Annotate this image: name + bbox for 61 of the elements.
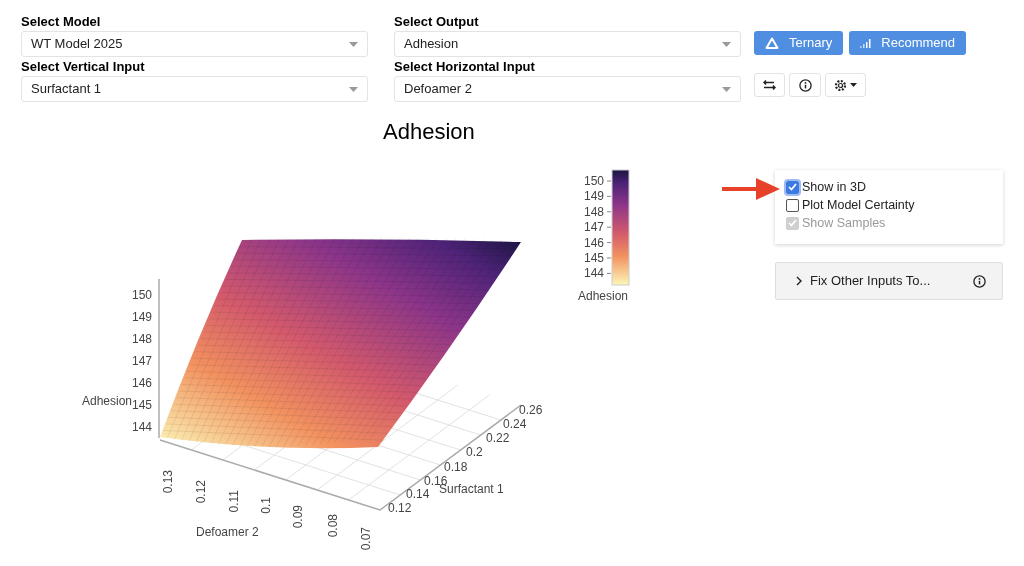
checkbox[interactable] (786, 198, 799, 212)
settings-icon (834, 78, 847, 92)
colorbar-tick-label: 149 (583, 189, 604, 204)
field-label: Select Output (394, 14, 480, 30)
triangle-icon (765, 37, 779, 49)
axis-tick-label: 0.2 (466, 445, 483, 459)
axis-tick-label: 146 (131, 376, 152, 390)
axis-tick-label: 0.14 (406, 487, 430, 501)
checkbox-option[interactable]: Plot Model Certainty (786, 197, 1003, 213)
select-dropdown[interactable]: Surfactant 1 (21, 76, 368, 102)
colorbar-tick-label: 148 (583, 204, 604, 219)
axis-tick-label: 0.22 (486, 431, 510, 445)
axis-tick-label: 0.08 (326, 514, 340, 538)
swap-button[interactable] (754, 73, 785, 97)
colorbar-title: Adhesion (578, 289, 629, 303)
info-icon (798, 78, 812, 92)
select-dropdown[interactable]: Adhesion (394, 31, 741, 57)
axis-tick-label: 0.09 (291, 505, 305, 529)
colorbar-tick-label: 147 (583, 220, 604, 235)
fix-inputs-expander[interactable]: Fix Other Inputs To... (775, 262, 1003, 300)
axis-tick-label: 0.13 (161, 470, 175, 494)
field-label: Select Horizontal Input (394, 59, 536, 75)
axis-tick-label: 0.12 (194, 480, 208, 504)
colorbar-tick-label: 146 (583, 235, 604, 250)
field-label: Select Model (21, 14, 102, 30)
info-button[interactable] (789, 73, 821, 97)
axis-tick-label: 145 (131, 398, 152, 412)
dropdown-caret-icon (349, 86, 358, 92)
dropdown-caret-icon (349, 41, 358, 47)
axis-tick-label: 0.1 (259, 497, 273, 514)
axis-tick-label: 150 (131, 288, 152, 302)
axis-title: Adhesion (82, 394, 133, 408)
axis-tick-label: 0.11 (227, 490, 241, 513)
axis-tick-label: 0.12 (388, 501, 412, 515)
caret-icon (850, 83, 857, 87)
axis-tick-label: 0.07 (359, 527, 373, 551)
arrow-icon (722, 176, 780, 202)
axis-tick-label: 148 (131, 332, 152, 346)
axis-tick-label: 147 (131, 354, 152, 368)
dropdown-caret-icon (722, 41, 731, 47)
select-dropdown[interactable]: WT Model 2025 (21, 31, 368, 57)
colorbar-tick-label: 150 (583, 174, 604, 188)
chevron-icon (796, 276, 803, 286)
colorbar-tick-label: 144 (583, 266, 604, 281)
swap-icon (763, 79, 776, 91)
signal-bars-icon (860, 38, 872, 48)
axis-tick-label: 144 (131, 420, 152, 434)
settings-button[interactable] (825, 73, 866, 97)
chart-title: Adhesion (383, 118, 475, 146)
info-icon (973, 274, 986, 288)
dropdown-caret-icon (722, 86, 731, 92)
checkbox-option[interactable]: Show in 3D (786, 179, 1003, 195)
field-label: Select Vertical Input (21, 59, 146, 75)
axis-tick-label: 0.26 (519, 403, 543, 417)
axis-tick-label: 149 (131, 310, 152, 324)
axis-tick-label: 0.24 (503, 417, 527, 431)
axis-title: Defoamer 2 (196, 525, 259, 539)
axis-tick-label: 0.18 (444, 460, 468, 474)
select-dropdown[interactable]: Defoamer 2 (394, 76, 741, 102)
checkbox[interactable] (786, 180, 799, 194)
colorbar-tick-label: 145 (583, 251, 604, 265)
